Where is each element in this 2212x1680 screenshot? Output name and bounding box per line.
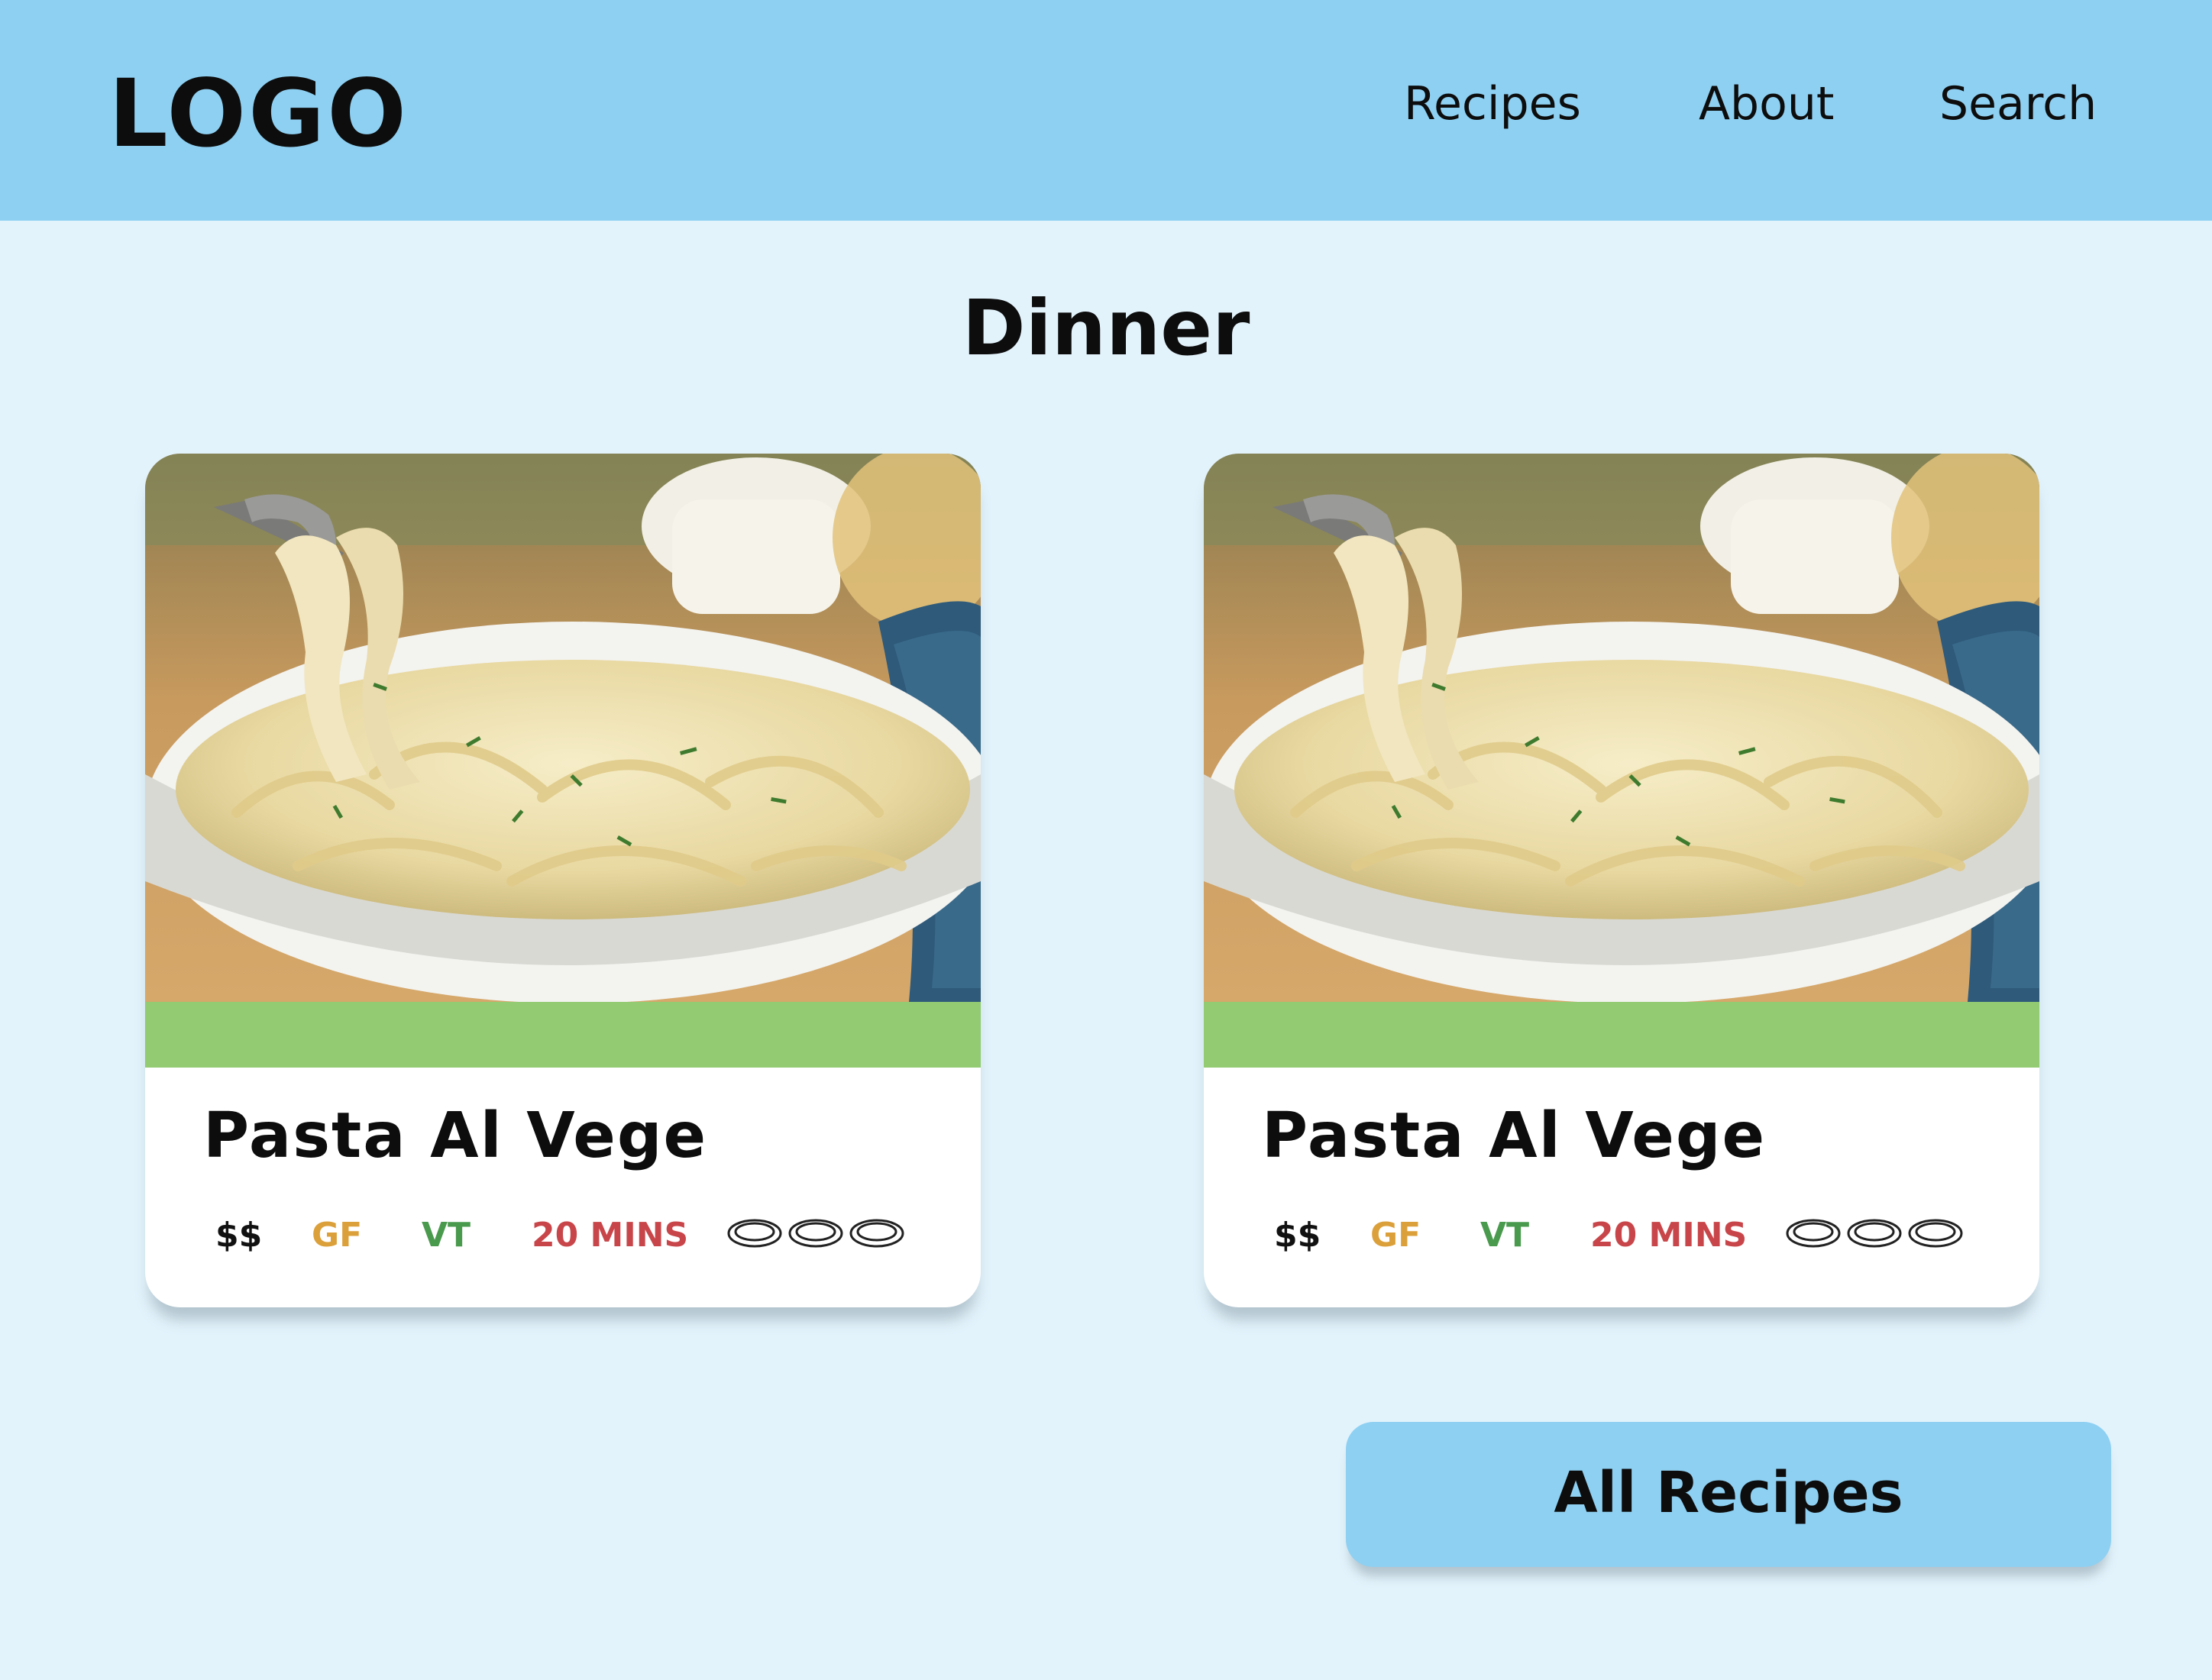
gluten-free-tag: GF [1370, 1216, 1421, 1255]
top-header: LOGO Recipes About Search [0, 0, 2212, 221]
recipe-title: Pasta Al Vege [1262, 1100, 1767, 1172]
gluten-free-tag: GF [312, 1216, 363, 1255]
servings-plates [1786, 1219, 1963, 1248]
recipe-photo [145, 454, 981, 1002]
plate-icon [1908, 1219, 1963, 1248]
price-tag: $$ [215, 1216, 263, 1255]
vegetarian-tag: VT [1480, 1216, 1530, 1255]
plate-icon [1847, 1219, 1902, 1248]
recipe-title: Pasta Al Vege [203, 1100, 708, 1172]
vegetarian-tag: VT [422, 1216, 471, 1255]
site-logo[interactable]: LOGO [108, 67, 409, 160]
cook-time-tag: 20 MINS [1590, 1216, 1748, 1255]
servings-plates [727, 1219, 904, 1248]
recipe-photo [1204, 454, 2039, 1002]
nav-about-link[interactable]: About [1699, 81, 1834, 127]
plate-icon [849, 1219, 904, 1248]
recipe-card[interactable]: Pasta Al Vege $$ GF VT 20 MINS [1204, 454, 2039, 1307]
cook-time-tag: 20 MINS [532, 1216, 689, 1255]
card-color-band [145, 1002, 981, 1068]
price-tag: $$ [1274, 1216, 1321, 1255]
plate-icon [1786, 1219, 1841, 1248]
plate-icon [788, 1219, 843, 1248]
recipe-card[interactable]: Pasta Al Vege $$ GF VT 20 MINS [145, 454, 981, 1307]
nav-recipes-link[interactable]: Recipes [1404, 81, 1581, 127]
card-color-band [1204, 1002, 2039, 1068]
all-recipes-label: All Recipes [1554, 1460, 1903, 1526]
all-recipes-button[interactable]: All Recipes [1346, 1422, 2111, 1567]
nav-search-link[interactable]: Search [1939, 81, 2097, 127]
page-title: Dinner [962, 283, 1250, 373]
plate-icon [727, 1219, 782, 1248]
